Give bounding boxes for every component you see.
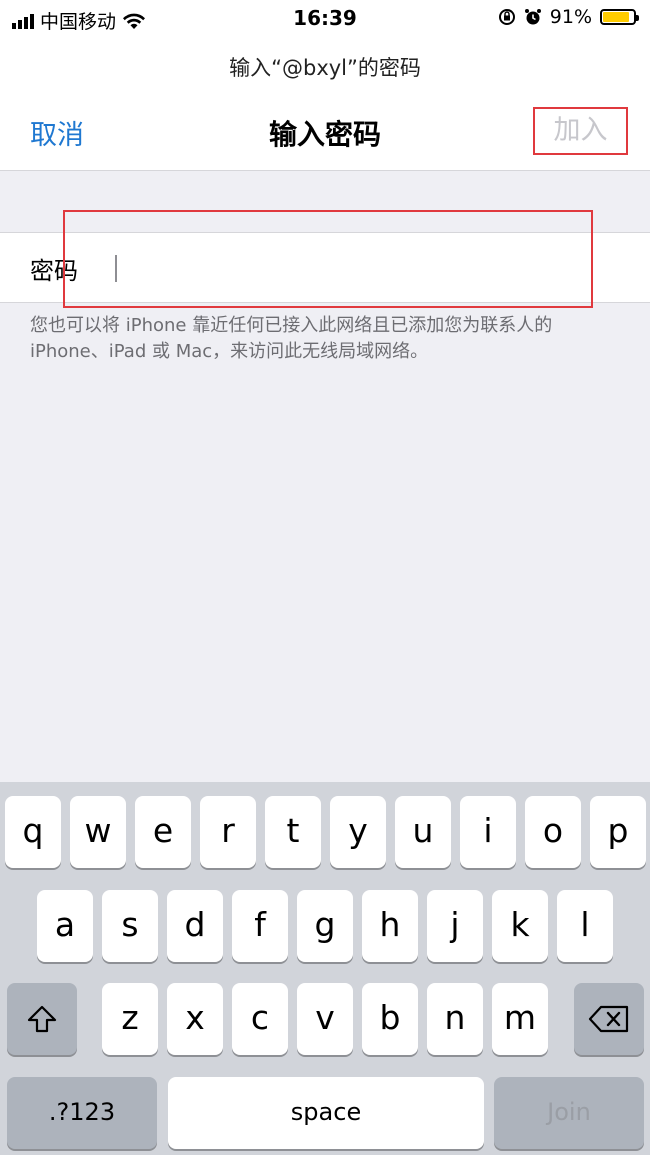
prompt-bar: 输入“@bxyl”的密码 bbox=[0, 38, 650, 98]
status-bar: 中国移动 16:39 91% bbox=[0, 0, 650, 38]
delete-icon bbox=[588, 1005, 629, 1033]
delete-key[interactable] bbox=[574, 983, 644, 1055]
password-row: 密码 bbox=[0, 232, 650, 303]
numbers-key[interactable]: .?123 bbox=[7, 1077, 157, 1149]
key-q[interactable]: q bbox=[5, 796, 61, 868]
nav-bar: 取消 输入密码 加入 bbox=[0, 98, 650, 171]
shift-icon bbox=[27, 1005, 57, 1033]
key-k[interactable]: k bbox=[492, 890, 548, 962]
key-d[interactable]: d bbox=[167, 890, 223, 962]
key-b[interactable]: b bbox=[362, 983, 418, 1055]
battery-fill bbox=[603, 12, 630, 22]
key-n[interactable]: n bbox=[427, 983, 483, 1055]
key-f[interactable]: f bbox=[232, 890, 288, 962]
key-r[interactable]: r bbox=[200, 796, 256, 868]
keyboard: qwertyuiop asdfghjkl zxcvbnm .?123 space… bbox=[0, 782, 650, 1155]
key-u[interactable]: u bbox=[395, 796, 451, 868]
share-hint-text: 您也可以将 iPhone 靠近任何已接入此网络且已添加您为联系人的 iPhone… bbox=[30, 315, 553, 362]
key-g[interactable]: g bbox=[297, 890, 353, 962]
password-label: 密码 bbox=[30, 257, 78, 285]
alarm-icon bbox=[524, 9, 541, 25]
join-button[interactable]: 加入 bbox=[533, 107, 628, 155]
key-y[interactable]: y bbox=[330, 796, 386, 868]
key-c[interactable]: c bbox=[232, 983, 288, 1055]
keyboard-join-key[interactable]: Join bbox=[494, 1077, 644, 1149]
status-right: 91% bbox=[498, 6, 639, 28]
shift-key[interactable] bbox=[7, 983, 77, 1055]
key-h[interactable]: h bbox=[362, 890, 418, 962]
battery-icon bbox=[600, 9, 639, 25]
key-e[interactable]: e bbox=[135, 796, 191, 868]
key-i[interactable]: i bbox=[460, 796, 516, 868]
keyboard-row-4: .?123 space Join bbox=[0, 1077, 650, 1151]
key-z[interactable]: z bbox=[102, 983, 158, 1055]
key-w[interactable]: w bbox=[70, 796, 126, 868]
key-p[interactable]: p bbox=[590, 796, 646, 868]
keyboard-row-1: qwertyuiop bbox=[0, 796, 650, 870]
keyboard-row-2: asdfghjkl bbox=[0, 890, 650, 964]
key-x[interactable]: x bbox=[167, 983, 223, 1055]
key-v[interactable]: v bbox=[297, 983, 353, 1055]
key-a[interactable]: a bbox=[37, 890, 93, 962]
key-t[interactable]: t bbox=[265, 796, 321, 868]
key-m[interactable]: m bbox=[492, 983, 548, 1055]
space-key[interactable]: space bbox=[168, 1077, 484, 1149]
password-input[interactable] bbox=[113, 243, 617, 289]
network-prompt: 输入“@bxyl”的密码 bbox=[229, 56, 421, 80]
key-o[interactable]: o bbox=[525, 796, 581, 868]
orientation-lock-icon bbox=[498, 9, 515, 25]
battery-percent: 91% bbox=[549, 6, 592, 28]
key-s[interactable]: s bbox=[102, 890, 158, 962]
key-l[interactable]: l bbox=[557, 890, 613, 962]
key-j[interactable]: j bbox=[427, 890, 483, 962]
keyboard-row-3: zxcvbnm bbox=[0, 983, 650, 1057]
